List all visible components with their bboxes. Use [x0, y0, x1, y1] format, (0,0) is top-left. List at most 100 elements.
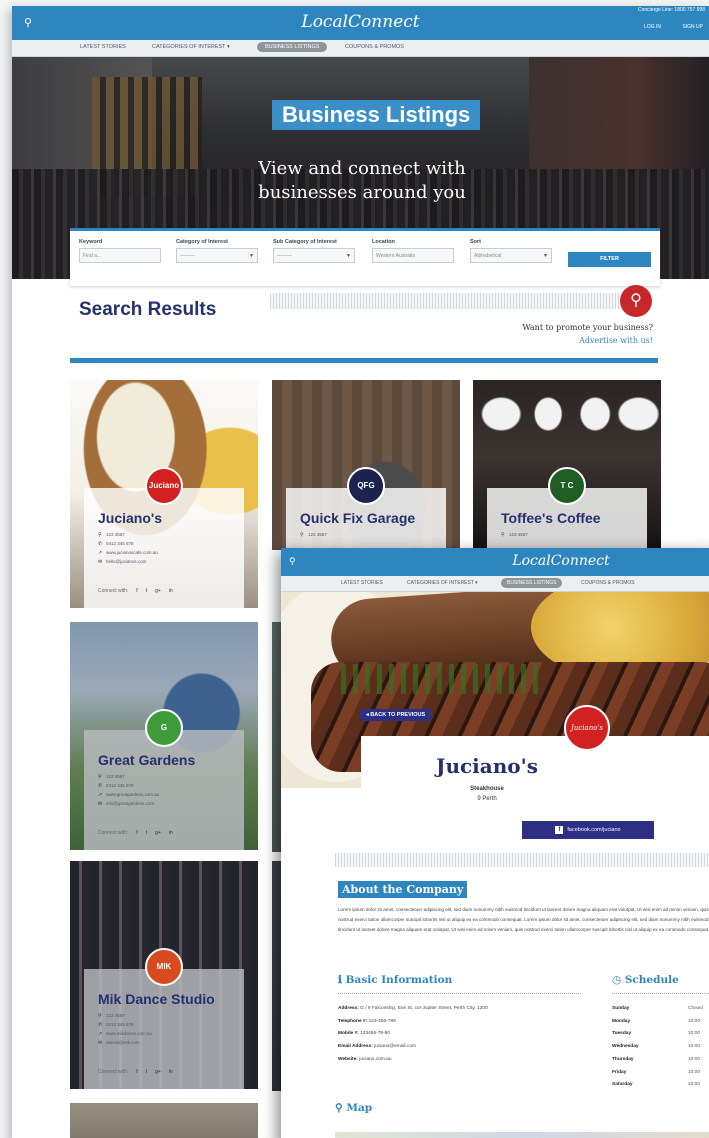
business-card-quick-fix-garage[interactable]: QFG Quick Fix Garage ⚲ 123 4567 — [272, 380, 460, 550]
about-title: About the Company — [338, 881, 468, 898]
login-link[interactable]: LOG IN — [644, 24, 661, 30]
business-card-jucianos[interactable]: Juciano Juciano's ⚲ 123 4567 ✆ 0412 345 67… — [70, 380, 258, 608]
schedule-row: Monday 10:00 — [612, 1016, 709, 1029]
nav-business-listings[interactable]: BUSINESS LISTINGS — [501, 578, 563, 588]
google-plus-icon[interactable]: g+ — [155, 830, 161, 836]
website-link[interactable]: juciano.com.au — [359, 1057, 391, 1062]
schedule-time: 10:00 — [688, 1069, 701, 1075]
mobile-row: Mobile #: 123456-78-90 — [338, 1028, 488, 1041]
nav-categories[interactable]: CATEGORIES OF INTEREST ▾ — [407, 580, 478, 586]
map-title: ⚲ Map — [335, 1102, 373, 1114]
schedule-row: Wednesday 10:00 — [612, 1041, 709, 1054]
facebook-button[interactable]: f facebook.com/juciano — [522, 821, 654, 839]
google-plus-icon[interactable]: g+ — [155, 1069, 161, 1075]
phone-icon: ✆ — [98, 1022, 103, 1028]
subcategory-value: ——— — [277, 253, 292, 259]
facebook-icon[interactable]: f — [136, 1069, 137, 1075]
signup-link[interactable]: SIGN UP — [682, 24, 703, 30]
map-view[interactable] — [335, 1132, 709, 1138]
business-name[interactable]: Mik Dance Studio — [98, 991, 215, 1007]
google-plus-icon[interactable]: g+ — [155, 588, 161, 594]
business-detail-page: ⚲ LocalConnect LATEST STORIES CATEGORIES… — [281, 548, 709, 1138]
schedule-list: Sunday Closed Monday 10:00 Tuesday 10:00 We… — [612, 1003, 709, 1092]
dotted-divider — [270, 293, 620, 309]
facebook-button-label: facebook.com/juciano — [567, 827, 621, 833]
linkedin-icon[interactable]: in — [169, 588, 173, 594]
dotted-divider — [335, 853, 709, 867]
location-icon: ⚲ — [501, 532, 505, 538]
hero-subtitle: View and connect with businesses around … — [258, 158, 466, 203]
phone-text: 123 4567 — [106, 532, 125, 537]
email-row: Email Address: juciano@email.com — [338, 1041, 488, 1054]
business-card-great-gardens[interactable]: G Great Gardens ⚲ 123 4567 ✆ 0412 345 678 … — [70, 622, 258, 850]
site-logo[interactable]: LocalConnect — [12, 12, 709, 32]
business-card-mik-dance-studio[interactable]: MIK Mik Dance Studio ⚲ 123 4567 ✆ 0412 345… — [70, 861, 258, 1089]
mobile-text: 0412 345 678 — [106, 541, 134, 546]
twitter-icon[interactable]: t — [146, 830, 147, 836]
filter-button[interactable]: FILTER — [568, 252, 651, 267]
category-select[interactable]: ——— ▼ — [176, 248, 258, 263]
email-link[interactable]: info@greatgardens.com — [106, 801, 154, 806]
business-name[interactable]: Quick Fix Garage — [300, 510, 415, 526]
twitter-icon[interactable]: t — [146, 1069, 147, 1075]
business-card-partial[interactable] — [70, 1103, 258, 1138]
email-link[interactable]: juciano@email.com — [374, 1044, 416, 1049]
hero-title: Business Listings — [272, 100, 481, 130]
info-label: Website: — [338, 1056, 358, 1062]
schedule-day: Tuesday — [612, 1031, 632, 1037]
nav-latest-stories[interactable]: LATEST STORIES — [80, 44, 126, 50]
email-icon: ✉ — [98, 559, 103, 565]
linkedin-icon[interactable]: in — [169, 830, 173, 836]
business-info: ⚲ 123 4567 — [300, 532, 327, 541]
business-name[interactable]: Juciano's — [98, 510, 162, 526]
facebook-icon[interactable]: f — [136, 830, 137, 836]
twitter-icon[interactable]: t — [146, 588, 147, 594]
email-link[interactable]: hello@jucianos.com — [106, 559, 146, 564]
linkedin-icon[interactable]: in — [169, 1069, 173, 1075]
subcategory-select[interactable]: ——— ▼ — [273, 248, 355, 263]
chevron-down-icon: ▼ — [249, 253, 254, 259]
business-logo: Juciano — [145, 467, 183, 505]
sort-label: Sort — [470, 239, 481, 245]
location-icon: ⚲ — [98, 774, 102, 780]
about-text: Lorem ipsum dolor sit amet, consectetuer… — [338, 907, 709, 932]
category-label: Category of Interest — [176, 239, 228, 245]
sort-select[interactable]: Alphabetical ▼ — [470, 248, 552, 263]
business-logo: MIK — [145, 948, 183, 986]
back-to-previous-button[interactable]: ◂ BACK TO PREVIOUS — [360, 709, 432, 721]
schedule-time: Closed — [688, 1006, 703, 1011]
email-icon: ✉ — [98, 801, 103, 807]
business-name[interactable]: Great Gardens — [98, 752, 195, 768]
results-separator — [70, 358, 658, 363]
business-name: Juciano's — [435, 754, 538, 778]
promo-question: Want to promote your business? — [522, 323, 653, 332]
info-value: 123456-78-90 — [360, 1031, 391, 1037]
nav-business-listings[interactable]: BUSINESS LISTINGS — [257, 42, 328, 52]
info-label: Telephone #: — [338, 1018, 368, 1024]
screenshot-scene: ⚲ LocalConnect Concierge Line: 1800 757 … — [0, 0, 709, 1138]
schedule-time: 10:00 — [688, 1082, 701, 1088]
advertise-link[interactable]: Advertise with us! — [579, 336, 653, 345]
business-name[interactable]: Toffee's Coffee — [501, 510, 601, 526]
nav-categories[interactable]: CATEGORIES OF INTEREST ▾ — [152, 44, 230, 50]
facebook-icon[interactable]: f — [136, 588, 137, 594]
site-logo[interactable]: LocalConnect — [281, 553, 709, 569]
nav-latest-stories[interactable]: LATEST STORIES — [341, 580, 383, 586]
nav-coupons[interactable]: COUPONS & PROMOS — [345, 44, 404, 50]
website-link[interactable]: www.mikdance.com.au — [106, 1031, 152, 1036]
location-input[interactable]: Western Australia — [372, 248, 454, 263]
basic-info-title: ℹ Basic Information — [338, 974, 453, 986]
search-icon[interactable]: ⚲ — [620, 285, 652, 317]
keyword-input[interactable]: Find a... — [79, 248, 161, 263]
category-value: ——— — [180, 253, 195, 259]
website-link[interactable]: www.greatgardens.com.au — [106, 792, 159, 797]
phone-text: 123 4567 — [308, 532, 327, 537]
business-card-toffees-coffee[interactable]: T C Toffee's Coffee ⚲ 123 4567 — [473, 380, 661, 550]
schedule-day: Monday — [612, 1018, 631, 1024]
website-link[interactable]: www.jucianoscafe.com.au — [106, 550, 158, 555]
email-link[interactable]: dance@mik.com — [106, 1040, 140, 1045]
nav-coupons[interactable]: COUPONS & PROMOS — [581, 580, 635, 586]
top-bar: ⚲ LocalConnect — [281, 548, 709, 576]
address-row: Address: G / 9 Falconship, Eve St, cor J… — [338, 1003, 488, 1016]
section-rule — [338, 993, 581, 994]
